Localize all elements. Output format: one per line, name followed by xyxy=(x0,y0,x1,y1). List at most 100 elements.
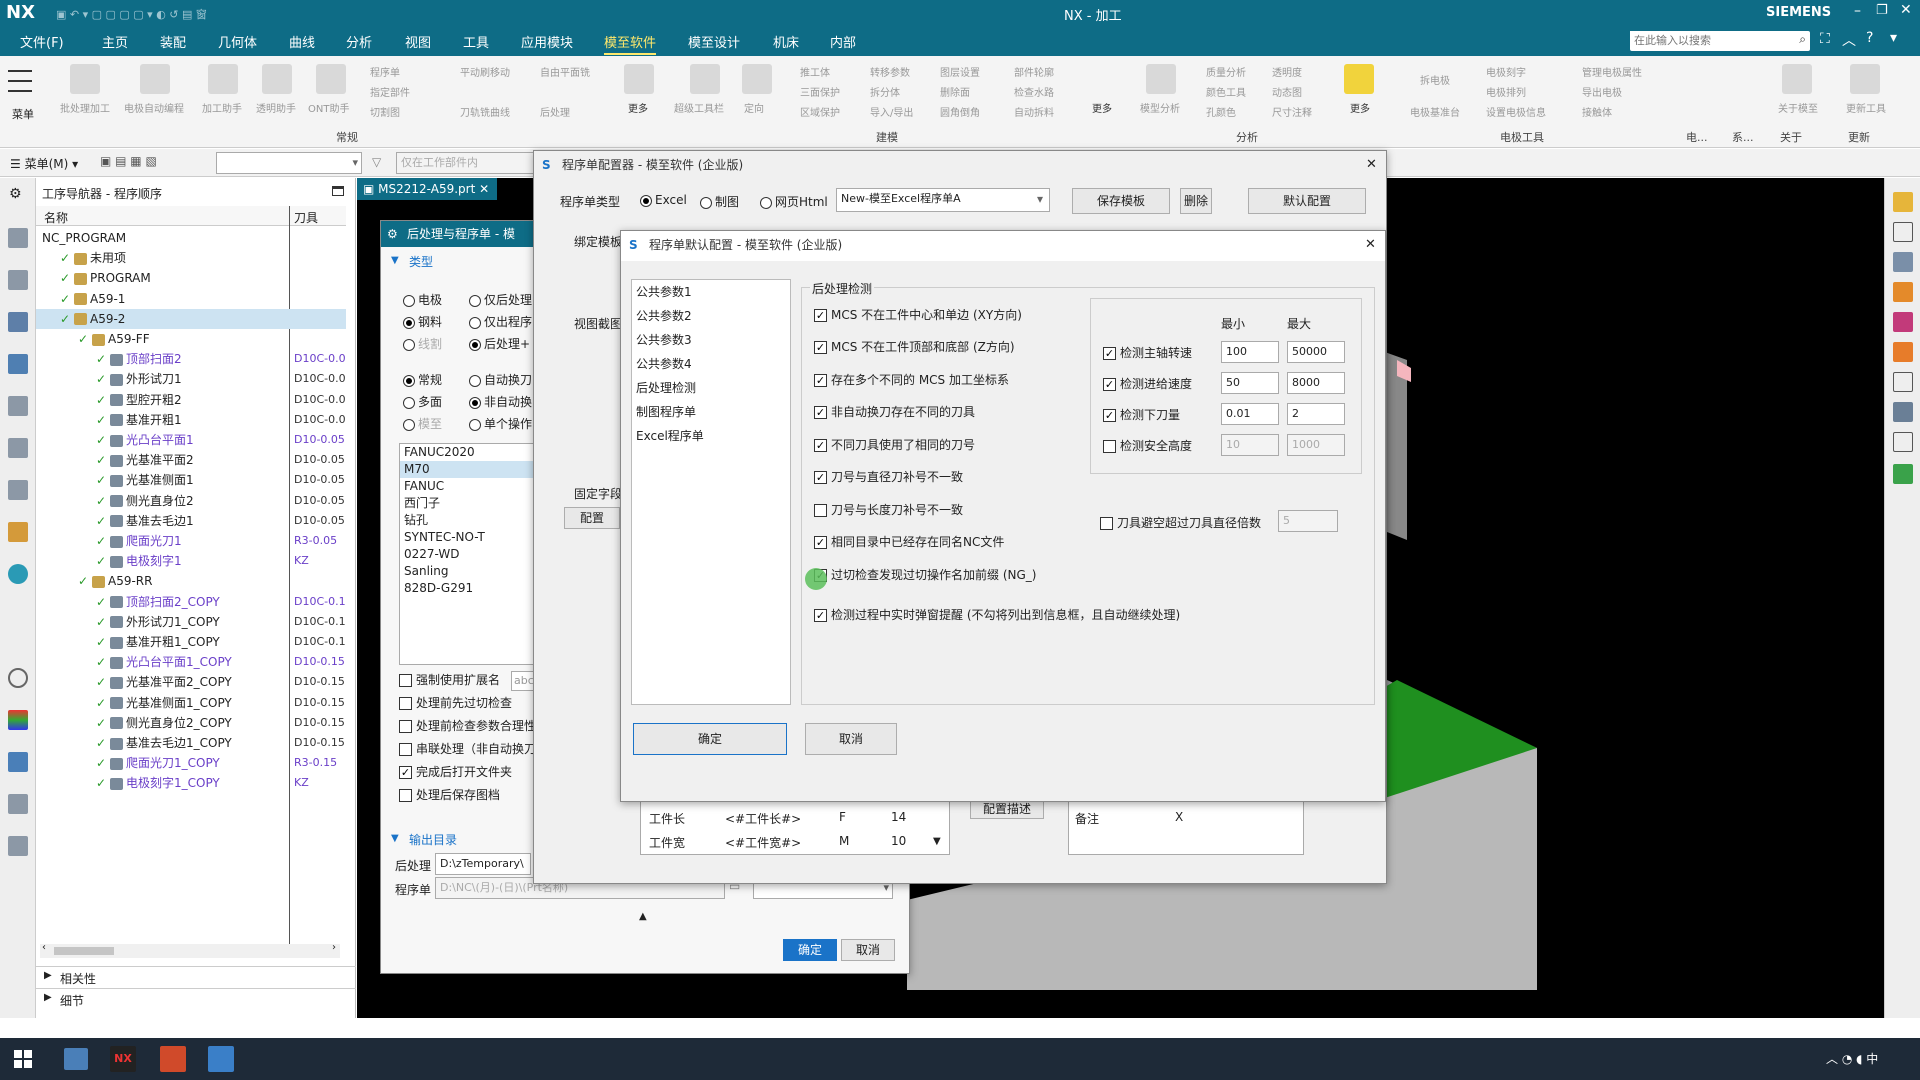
search-icon[interactable]: ⌕ xyxy=(1799,32,1806,47)
radio-non-auto-tool[interactable]: 非自动换 xyxy=(469,393,532,410)
tree-row[interactable]: ✓ 爬面光刀1_COPY R3-0.15 xyxy=(36,753,346,773)
range-check[interactable]: 检测安全高度 10 1000 xyxy=(1103,434,1363,458)
check-option[interactable]: 刀号与直径刀补号不一致 xyxy=(814,468,963,485)
check-option-checkbox[interactable] xyxy=(814,504,827,517)
palette-icon[interactable] xyxy=(8,710,28,730)
history-icon[interactable] xyxy=(8,522,28,542)
batch-machining-icon[interactable] xyxy=(70,64,100,94)
over-checkbox[interactable] xyxy=(1100,517,1113,530)
radio-single-op[interactable]: 单个操作 xyxy=(469,415,532,432)
wizard-icon[interactable] xyxy=(1893,192,1913,212)
expand-details-icon[interactable]: ▶ xyxy=(44,992,52,1003)
ribbon-free-plane-mill[interactable]: 自由平面铣 xyxy=(540,64,590,79)
type-excel[interactable]: Excel xyxy=(640,193,687,207)
dependencies-panel[interactable]: ▶ 相关性 xyxy=(36,966,356,988)
type-drawing[interactable]: 制图 xyxy=(700,193,739,210)
category-item[interactable]: 公共参数2 xyxy=(632,304,790,328)
maximize-panel-icon[interactable] xyxy=(332,186,344,196)
delete-template-button[interactable]: 删除 xyxy=(1180,188,1212,214)
default-config-button[interactable]: 默认配置 xyxy=(1248,188,1366,214)
tree-row[interactable]: ✓ 电极刻字1_COPY KZ xyxy=(36,773,346,793)
tree-row[interactable]: ✓ 光凸台平面1 D10-0.05 xyxy=(36,430,346,450)
radio-wire-dot[interactable] xyxy=(403,338,415,351)
radio-normal-dot[interactable] xyxy=(403,374,415,387)
postprocessor-item[interactable]: 钻孔 xyxy=(400,512,538,529)
config-description-button[interactable]: 配置描述 xyxy=(970,799,1044,819)
transparent-assistant-icon[interactable] xyxy=(262,64,292,94)
restore-icon[interactable]: ❐ xyxy=(1876,3,1888,18)
ribbon-auto-material[interactable]: 自动拆料 xyxy=(1014,104,1054,119)
ribbon-check-waterway[interactable]: 检查水路 xyxy=(1014,84,1054,99)
radio-electrode-dot[interactable] xyxy=(403,294,415,307)
ribbon-translate-move[interactable]: 平动刷移动 xyxy=(460,64,510,79)
postprocessor-item[interactable]: SYNTEC-NO-T xyxy=(400,529,538,546)
part-navigator-icon[interactable] xyxy=(8,438,28,458)
tree-row[interactable]: ✓ A59-FF xyxy=(36,329,346,349)
type-filter-select[interactable]: ▾ xyxy=(216,152,362,174)
radio-multi-face-dot[interactable] xyxy=(403,396,415,409)
ribbon-three-face-protect[interactable]: 三面保护 xyxy=(800,84,840,99)
ribbon-more-2[interactable]: 更多 xyxy=(1092,100,1112,115)
postprocessor-item[interactable]: 828D-G291 xyxy=(400,580,538,597)
ribbon-cut-view[interactable]: 切割图 xyxy=(370,104,400,119)
check-option[interactable]: 非自动换刀存在不同的刀具 xyxy=(814,403,975,420)
ribbon-dynamic-view[interactable]: 动态图 xyxy=(1272,84,1302,99)
ribbon-fillet-chamfer[interactable]: 圆角倒角 xyxy=(940,104,980,119)
ribbon-quality-analysis[interactable]: 质量分析 xyxy=(1206,64,1246,79)
category-item[interactable]: 后处理检测 xyxy=(632,376,790,400)
tree-row[interactable]: ✓ A59-RR xyxy=(36,571,346,591)
radio-mozhi-dot[interactable] xyxy=(403,418,415,431)
search-box[interactable]: ⌕ xyxy=(1630,31,1810,51)
post-option[interactable]: 强制使用扩展名 xyxy=(399,671,500,688)
ribbon-layer-settings[interactable]: 图层设置 xyxy=(940,64,980,79)
tree-row[interactable]: ✓ A59-2 xyxy=(36,308,346,329)
post-option-checkbox[interactable] xyxy=(399,720,412,733)
tab-geometry[interactable]: 几何体 xyxy=(218,32,257,51)
column-tool[interactable]: 刀具 xyxy=(294,209,318,226)
range-min-input[interactable]: 10 xyxy=(1221,434,1279,456)
ribbon-import-export[interactable]: 导入/导出 xyxy=(870,104,913,119)
column-name[interactable]: 名称 xyxy=(44,209,68,226)
category-item[interactable]: Excel程序单 xyxy=(632,424,790,448)
radio-steel-dot[interactable] xyxy=(403,316,415,329)
ribbon-program-sheet[interactable]: 程序单 xyxy=(370,64,400,79)
operation-navigator-icon[interactable] xyxy=(8,312,28,332)
tree-row[interactable]: ✓ 顶部扫面2 D10C-0.0 xyxy=(36,349,346,369)
ribbon-area-protect[interactable]: 区域保护 xyxy=(800,104,840,119)
post-dir-input[interactable]: D:\zTemporary\ xyxy=(435,853,531,875)
horizontal-scrollbar[interactable]: ‹ › xyxy=(40,942,340,958)
selection-tools-icons[interactable]: ▣ ▤ ▦ ▧ xyxy=(100,154,180,170)
radio-wire[interactable]: 线割 xyxy=(403,335,442,352)
tool-library-icon[interactable] xyxy=(8,794,28,814)
default-close-icon[interactable]: ✕ xyxy=(1365,237,1376,252)
tree-icon[interactable] xyxy=(1893,432,1913,452)
postprocessor-item[interactable]: 西门子 xyxy=(400,495,538,512)
analysis-icon[interactable] xyxy=(1893,312,1913,332)
ribbon-model-analysis[interactable]: 模型分析 xyxy=(1140,100,1180,115)
radio-auto-tool-dot[interactable] xyxy=(469,374,481,387)
check-option-checkbox[interactable] xyxy=(814,439,827,452)
ribbon-menu-label[interactable]: 菜单 xyxy=(12,106,34,122)
ribbon-toolpath-curve[interactable]: 刀轨铣曲线 xyxy=(460,104,510,119)
tab-view[interactable]: 视图 xyxy=(405,32,431,51)
tree-row[interactable]: ✓ 光凸台平面1_COPY D10-0.15 xyxy=(36,652,346,672)
machine-navigator-icon[interactable] xyxy=(8,354,28,374)
category-item[interactable]: 公共参数3 xyxy=(632,328,790,352)
range-checkbox[interactable] xyxy=(1103,440,1116,453)
config-fields-button[interactable]: 配置 xyxy=(564,507,620,529)
type-excel-dot[interactable] xyxy=(640,194,652,207)
category-list[interactable]: 公共参数1 公共参数2 公共参数3 公共参数4 后处理检测 制图程序单 Excel程序单 xyxy=(631,279,791,705)
check-option-checkbox[interactable] xyxy=(814,374,827,387)
tree-row[interactable]: ✓ 爬面光刀1 R3-0.05 xyxy=(36,531,346,551)
ribbon-color-tool[interactable]: 颜色工具 xyxy=(1206,84,1246,99)
tab-analysis[interactable]: 分析 xyxy=(346,32,372,51)
radio-post-only[interactable]: 仅后处理 xyxy=(469,291,532,308)
run-icon[interactable] xyxy=(1893,464,1913,484)
ribbon-set-electrode-info[interactable]: 设置电极信息 xyxy=(1486,104,1546,119)
ribbon-manage-electrode-attr[interactable]: 管理电极属性 xyxy=(1582,64,1642,79)
radio-sheet-only-dot[interactable] xyxy=(469,316,481,329)
ribbon-split-electrode[interactable]: 拆电极 xyxy=(1420,72,1450,87)
radio-post-plus-dot[interactable] xyxy=(469,338,481,351)
ribbon-more-3[interactable]: 更多 xyxy=(1350,100,1370,115)
ruler-icon[interactable] xyxy=(1344,64,1374,94)
